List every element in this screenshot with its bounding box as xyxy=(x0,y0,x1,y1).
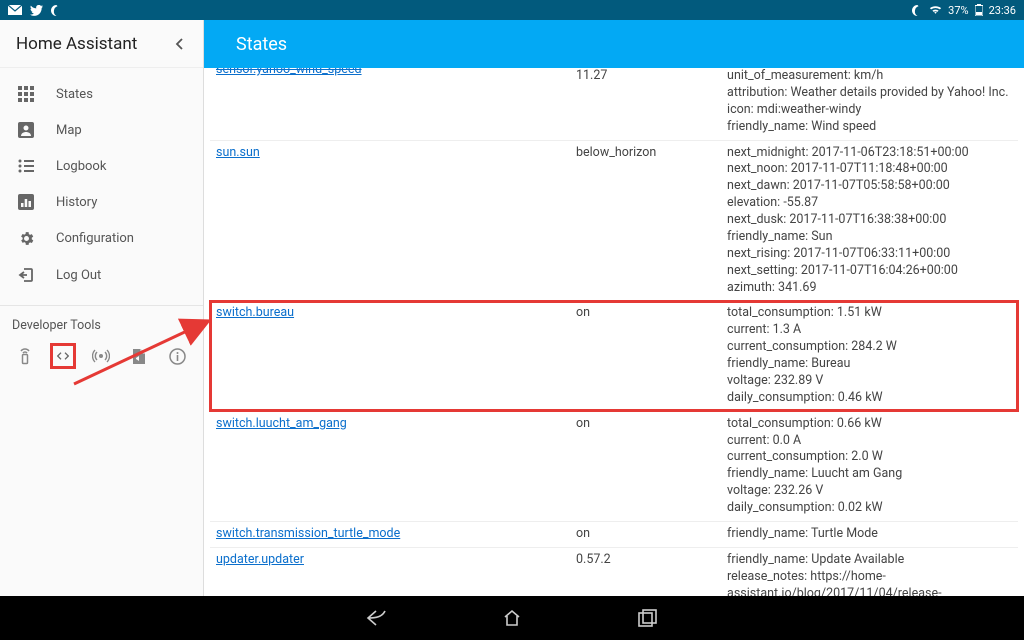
info-icon[interactable] xyxy=(164,343,190,369)
page-title: States xyxy=(204,20,1024,68)
sidebar-item-logout[interactable]: Log Out xyxy=(0,257,203,293)
account-box-icon xyxy=(16,122,36,138)
attributes-cell: unit_of_measurement: km/hattribution: We… xyxy=(721,68,1018,140)
android-status-bar: 37% 23:36 xyxy=(0,0,1024,20)
twitter-icon xyxy=(30,5,43,16)
sidebar-item-configuration[interactable]: Configuration xyxy=(0,220,203,257)
table-row: switch.bureau ontotal_consumption: 1.51 k… xyxy=(210,301,1018,411)
state-value: 0.57.2 xyxy=(570,547,721,596)
grid-icon xyxy=(16,86,36,102)
state-value: below_horizon xyxy=(570,140,721,301)
sidebar-item-label: Logbook xyxy=(56,159,106,174)
sidebar-item-map[interactable]: Map xyxy=(0,112,203,148)
battery-icon xyxy=(975,4,983,16)
attributes-cell: friendly_name: Update Availablerelease_n… xyxy=(721,547,1018,596)
table-row: sensor.yahoo_wind_speed 11.27unit_of_meas… xyxy=(210,68,1018,140)
sidebar-item-label: Log Out xyxy=(56,268,101,283)
clock: 23:36 xyxy=(989,4,1016,17)
file-icon[interactable] xyxy=(126,343,152,369)
entity-link[interactable]: switch.transmission_turtle_mode xyxy=(216,526,400,541)
sidebar-item-history[interactable]: History xyxy=(0,184,203,220)
recent-icon[interactable] xyxy=(635,605,661,631)
remote-icon[interactable] xyxy=(12,343,38,369)
state-value: 11.27 xyxy=(570,68,721,140)
sidebar-item-states[interactable]: States xyxy=(0,76,203,112)
entity-link[interactable]: switch.luucht_am_gang xyxy=(216,416,347,431)
states-table[interactable]: sensor.yahoo_wind_speed 11.27unit_of_meas… xyxy=(204,68,1024,596)
attributes-cell: total_consumption: 0.66 kWcurrent: 0.0 A… xyxy=(721,411,1018,521)
table-row: sun.sun below_horizonnext_midnight: 2017-… xyxy=(210,140,1018,301)
android-nav-bar xyxy=(0,596,1024,640)
chart-icon xyxy=(16,194,36,210)
sidebar-item-label: Configuration xyxy=(56,231,134,246)
back-icon[interactable] xyxy=(363,605,389,631)
chevron-left-icon[interactable] xyxy=(171,34,187,54)
attributes-cell: total_consumption: 1.51 kWcurrent: 1.3 A… xyxy=(721,301,1018,411)
dev-tools-title: Developer Tools xyxy=(12,318,191,333)
logout-icon xyxy=(16,267,36,283)
attributes-cell: next_midnight: 2017-11-06T23:18:51+00:00… xyxy=(721,140,1018,301)
battery-pct: 37% xyxy=(948,4,968,17)
sidebar-item-logbook[interactable]: Logbook xyxy=(0,148,203,184)
entity-link[interactable]: updater.updater xyxy=(216,552,304,567)
sidebar: Home Assistant States Map Logbook Histor… xyxy=(0,20,204,596)
state-value: on xyxy=(570,411,721,521)
sidebar-item-label: Map xyxy=(56,123,82,138)
sidebar-item-label: History xyxy=(56,195,97,210)
table-row: updater.updater 0.57.2friendly_name: Upda… xyxy=(210,547,1018,596)
radio-tower-icon[interactable] xyxy=(88,343,114,369)
state-value: on xyxy=(570,301,721,411)
sidebar-item-label: States xyxy=(56,87,93,102)
home-icon[interactable] xyxy=(499,605,525,631)
entity-link[interactable]: switch.bureau xyxy=(216,305,294,320)
sidebar-title: Home Assistant xyxy=(16,34,137,54)
moon-icon xyxy=(912,5,923,16)
wifi-icon xyxy=(929,5,942,15)
attributes-cell: friendly_name: Turtle Mode xyxy=(721,521,1018,547)
gear-icon xyxy=(16,230,36,247)
entity-link[interactable]: sensor.yahoo_wind_speed xyxy=(216,68,362,77)
list-icon xyxy=(16,158,36,174)
moon-icon xyxy=(51,5,62,16)
table-row: switch.luucht_am_gang ontotal_consumption… xyxy=(210,411,1018,521)
entity-link[interactable]: sun.sun xyxy=(216,145,260,160)
state-value: on xyxy=(570,521,721,547)
code-icon[interactable] xyxy=(50,343,76,369)
mail-icon xyxy=(8,5,22,15)
table-row: switch.transmission_turtle_mode onfriendl… xyxy=(210,521,1018,547)
